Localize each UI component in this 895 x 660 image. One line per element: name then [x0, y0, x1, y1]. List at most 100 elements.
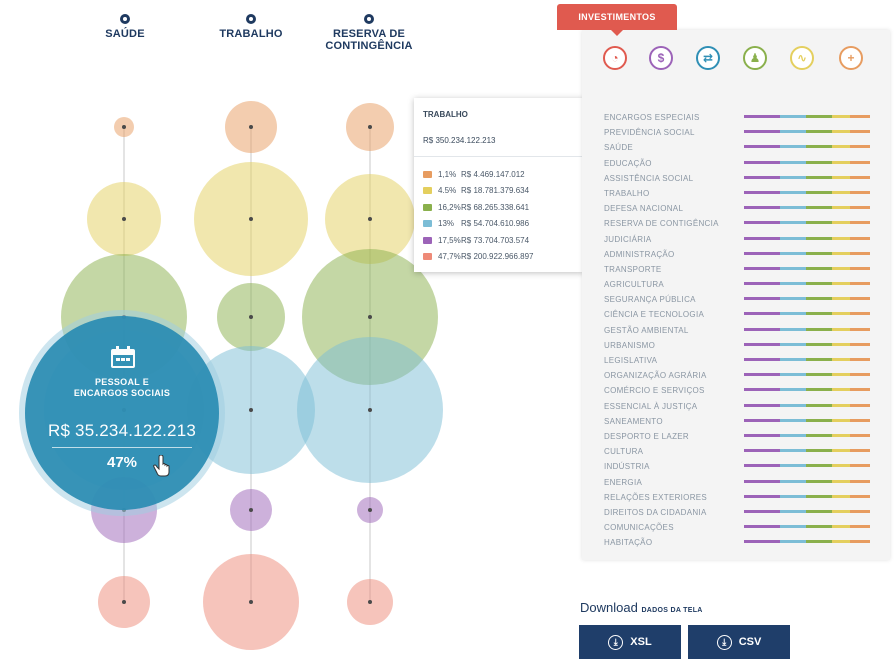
- tooltip-row: 4.5% R$ 18.781.379.634: [423, 183, 583, 200]
- category-bar: [744, 403, 870, 407]
- bar-segment: [850, 160, 870, 164]
- bar-segment: [744, 403, 780, 407]
- bar-segment: [744, 342, 780, 346]
- category-list: ENCARGOS ESPECIAIS PREVIDÊNCIA SOCIAL SAÚD…: [604, 110, 884, 550]
- tooltip-row-value: R$ 68.265.338.641: [461, 202, 530, 212]
- bar-segment: [744, 160, 780, 164]
- download-csv-button[interactable]: ⤓ CSV: [688, 625, 790, 659]
- bar-segment: [744, 251, 780, 255]
- category-item[interactable]: TRANSPORTE: [604, 262, 884, 277]
- category-item[interactable]: ORGANIZAÇÃO AGRÁRIA: [604, 368, 884, 383]
- category-item[interactable]: DIREITOS DA CIDADANIA: [604, 505, 884, 520]
- bar-segment: [780, 297, 806, 301]
- bar-segment: [780, 479, 806, 483]
- bar-segment: [806, 160, 832, 164]
- bar-segment: [850, 175, 870, 179]
- category-item[interactable]: URBANISMO: [604, 338, 884, 353]
- plus-icon[interactable]: +: [839, 46, 863, 70]
- category-bar: [744, 388, 870, 392]
- category-label: INDÚSTRIA: [604, 462, 650, 472]
- category-bar: [744, 130, 870, 134]
- category-label: DIREITOS DA CIDADANIA: [604, 507, 707, 517]
- bar-segment: [744, 282, 780, 286]
- category-item[interactable]: RESERVA DE CONTIGÊNCIA: [604, 216, 884, 231]
- bar-segment: [744, 297, 780, 301]
- shuffle-icon[interactable]: ⇄: [696, 46, 720, 70]
- category-label: SANEAMENTO: [604, 416, 663, 426]
- bar-segment: [850, 494, 870, 498]
- category-item[interactable]: SANEAMENTO: [604, 414, 884, 429]
- bar-segment: [744, 509, 780, 513]
- bar-segment: [744, 190, 780, 194]
- bar-segment: [850, 236, 870, 240]
- bar-segment: [850, 403, 870, 407]
- bar-segment: [850, 312, 870, 316]
- category-item[interactable]: SAÚDE: [604, 140, 884, 155]
- bar-segment: [832, 115, 850, 118]
- category-item[interactable]: SEGURANÇA PÚBLICA: [604, 292, 884, 307]
- category-item[interactable]: JUDICIÁRIA: [604, 232, 884, 247]
- category-item[interactable]: AGRICULTURA: [604, 277, 884, 292]
- bar-segment: [806, 236, 832, 240]
- category-item[interactable]: CIÊNCIA E TECNOLOGIA: [604, 307, 884, 322]
- bar-segment: [744, 312, 780, 316]
- category-item[interactable]: ADMINISTRAÇÃO: [604, 247, 884, 262]
- bar-segment: [744, 464, 780, 468]
- piggy-icon[interactable]: ◔: [603, 46, 627, 70]
- category-item[interactable]: ASSISTÊNCIA SOCIAL: [604, 171, 884, 186]
- category-item[interactable]: LEGISLATIVA: [604, 353, 884, 368]
- category-item[interactable]: EDUCAÇÃO: [604, 156, 884, 171]
- category-label: AGRICULTURA: [604, 280, 665, 290]
- category-bar: [744, 190, 870, 194]
- tooltip-row-percent: 4.5%: [438, 186, 457, 196]
- category-item[interactable]: HABITAÇÃO: [604, 535, 884, 550]
- category-item[interactable]: CULTURA: [604, 444, 884, 459]
- bar-segment: [780, 206, 806, 210]
- category-label: DESPORTO E LAZER: [604, 431, 689, 441]
- bar-segment: [780, 464, 806, 468]
- bar-segment: [744, 145, 780, 149]
- category-item[interactable]: ENERGIA: [604, 475, 884, 490]
- category-item[interactable]: GESTÃO AMBIENTAL: [604, 323, 884, 338]
- category-bar: [744, 449, 870, 453]
- dollar-icon[interactable]: $: [649, 46, 673, 70]
- bar-segment: [806, 130, 832, 134]
- bar-segment: [806, 464, 832, 468]
- category-item[interactable]: RELAÇÕES EXTERIORES: [604, 490, 884, 505]
- category-item[interactable]: INDÚSTRIA: [604, 459, 884, 474]
- tab-investimentos[interactable]: INVESTIMENTOS: [557, 4, 677, 36]
- category-label: TRANSPORTE: [604, 264, 662, 274]
- category-item[interactable]: TRABALHO: [604, 186, 884, 201]
- category-item[interactable]: PREVIDÊNCIA SOCIAL: [604, 125, 884, 140]
- download-xsl-button[interactable]: ⤓ XSL: [579, 625, 681, 659]
- bar-segment: [780, 130, 806, 134]
- category-label: CIÊNCIA E TECNOLOGIA: [604, 310, 705, 320]
- chart-icon[interactable]: ∿: [790, 46, 814, 70]
- category-bar: [744, 433, 870, 437]
- category-bar: [744, 327, 870, 331]
- category-item[interactable]: COMÉRCIO E SERVIÇOS: [604, 383, 884, 398]
- tooltip-row-value: R$ 4.469.147.012: [461, 169, 525, 179]
- bar-segment: [832, 479, 850, 483]
- bar-segment: [806, 418, 832, 422]
- category-bar: [744, 145, 870, 149]
- bar-segment: [780, 342, 806, 346]
- category-item[interactable]: ENCARGOS ESPECIAIS: [604, 110, 884, 125]
- person-icon[interactable]: ♟: [743, 46, 767, 70]
- bar-segment: [806, 297, 832, 301]
- download-icon: ⤓: [608, 634, 624, 650]
- bubble-center-dot: [368, 315, 372, 319]
- category-item[interactable]: DEFESA NACIONAL: [604, 201, 884, 216]
- category-item[interactable]: DESPORTO E LAZER: [604, 429, 884, 444]
- highlighted-bubble[interactable]: PESSOAL E ENCARGOS SOCIAIS R$ 35.234.122…: [25, 316, 219, 510]
- bar-segment: [744, 449, 780, 453]
- download-xsl-label: XSL: [630, 636, 652, 648]
- swatch-icon: [423, 253, 432, 261]
- download-csv-label: CSV: [738, 636, 762, 648]
- category-item[interactable]: COMUNICAÇÕES: [604, 520, 884, 535]
- highlight-label-line1: PESSOAL E: [94, 377, 150, 387]
- bar-segment: [780, 449, 806, 453]
- bar-segment: [850, 509, 870, 513]
- category-item[interactable]: ESSENCIAL À JUSTIÇA: [604, 399, 884, 414]
- category-label: COMUNICAÇÕES: [604, 523, 674, 533]
